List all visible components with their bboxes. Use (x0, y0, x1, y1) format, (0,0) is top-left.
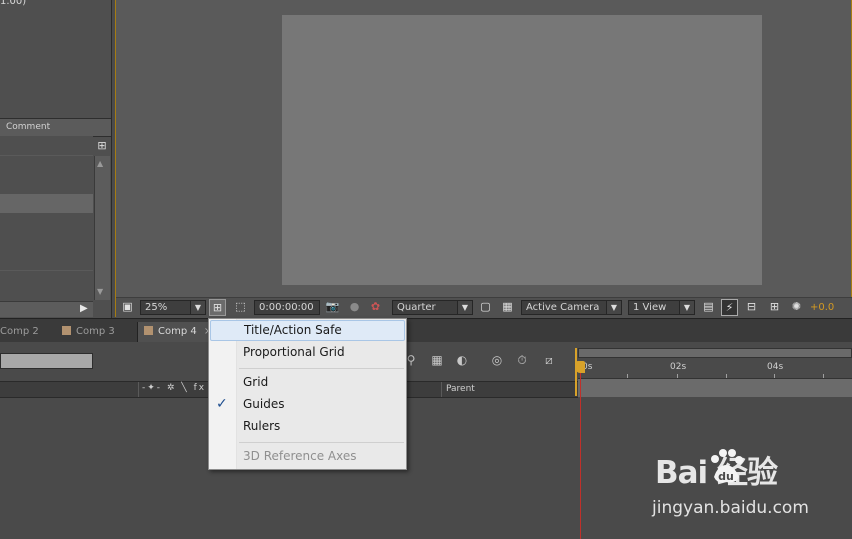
project-info-text: 1.00) (0, 0, 27, 7)
tab-comp-3[interactable]: Comp 3 (62, 322, 121, 342)
ruler-label: 02s (670, 362, 687, 372)
frame-blending-icon[interactable]: ▦ (428, 352, 446, 368)
layer-switches-icons: -✦- ✲ ╲ fx (142, 383, 207, 393)
composition-canvas[interactable] (282, 15, 762, 285)
project-row[interactable] (0, 136, 93, 156)
scroll-down-arrow-icon[interactable]: ▼ (97, 287, 103, 296)
motion-blur-icon[interactable]: ◐ (453, 352, 471, 368)
color-channels-icon[interactable]: ✿ (367, 299, 384, 316)
scroll-right-arrow-icon[interactable]: ▶ (80, 303, 88, 314)
menu-item-3d-reference-axes: 3D Reference Axes (243, 449, 357, 463)
chevron-down-icon: ▼ (606, 301, 621, 314)
tab-label: Comp 2 (0, 326, 39, 337)
region-of-interest-icon[interactable]: ▢ (477, 299, 494, 316)
fast-previews-icon[interactable]: ⚡ (721, 299, 738, 316)
always-preview-icon[interactable]: ▣ (119, 299, 136, 316)
project-row[interactable] (0, 156, 93, 176)
menu-item-grid[interactable]: Grid (210, 372, 405, 393)
current-time-indicator-line[interactable] (580, 370, 581, 539)
comp-icon (62, 326, 71, 335)
auto-keyframe-icon[interactable]: ⏱ (513, 352, 531, 368)
project-row[interactable] (0, 232, 93, 252)
tab-comp-4[interactable]: Comp 4 × (137, 322, 220, 342)
mask-visibility-icon[interactable]: ⬚ (232, 299, 249, 316)
show-snapshot-icon[interactable]: ● (346, 299, 363, 316)
column-divider (441, 382, 442, 397)
menu-separator (239, 368, 404, 369)
camera-value: Active Camera (526, 302, 600, 313)
menu-separator (239, 442, 404, 443)
project-row[interactable] (0, 213, 93, 233)
graph-editor-icon[interactable]: ⧄ (540, 352, 558, 368)
camera-dropdown[interactable]: Active Camera ▼ (521, 300, 622, 315)
project-row[interactable] (0, 175, 93, 195)
layer-search-input[interactable] (0, 353, 93, 369)
brainstorm-icon[interactable]: ◎ (488, 352, 506, 368)
column-divider (138, 382, 139, 397)
project-row-selected[interactable] (0, 194, 93, 214)
tab-label: Comp 3 (76, 326, 115, 337)
tab-label: Comp 4 (158, 326, 197, 337)
toggle-pixel-aspect-icon[interactable]: ▤ (700, 299, 717, 316)
exposure-reset-icon[interactable]: ✺ (788, 299, 805, 316)
parent-column-header[interactable]: Parent (446, 384, 475, 394)
chevron-down-icon: ▼ (679, 301, 694, 314)
baidu-watermark-url: jingyan.baidu.com (652, 498, 809, 518)
resolution-dropdown[interactable]: Quarter ▼ (392, 300, 473, 315)
zoom-dropdown[interactable]: 25% ▼ (140, 300, 206, 315)
tab-comp-2[interactable]: Comp 2 (0, 322, 45, 342)
view-layout-value: 1 View (633, 302, 667, 313)
transparency-grid-icon[interactable]: ▦ (499, 299, 516, 316)
paw-icon: du (711, 449, 743, 483)
project-vertical-scrollbar[interactable] (94, 156, 110, 300)
timecode-display[interactable]: 0:00:00:00 (254, 300, 320, 315)
snapshot-camera-icon[interactable]: 📷 (324, 299, 341, 316)
chevron-down-icon: ▼ (457, 301, 472, 314)
work-area-bar[interactable] (578, 348, 852, 358)
scroll-up-arrow-icon[interactable]: ▲ (97, 159, 103, 168)
chevron-down-icon: ▼ (190, 301, 205, 314)
ruler-label: 04s (767, 362, 784, 372)
project-row[interactable] (0, 251, 93, 271)
zoom-value: 25% (145, 302, 168, 313)
menu-item-proportional-grid[interactable]: Proportional Grid (210, 342, 405, 363)
menu-item-title-action-safe[interactable]: Title/Action Safe (210, 320, 405, 341)
comment-column-header[interactable]: Comment (6, 122, 50, 132)
resolution-value: Quarter (397, 302, 436, 313)
flowchart-icon[interactable]: ⊞ (766, 299, 783, 316)
current-time-indicator-head[interactable] (576, 361, 585, 373)
svg-text:du: du (718, 470, 734, 483)
menu-item-rulers[interactable]: Rulers (210, 416, 405, 437)
time-ruler[interactable] (578, 360, 852, 378)
grid-guide-options-icon[interactable]: ⊞ (209, 299, 226, 316)
menu-item-guides[interactable]: Guides (210, 394, 405, 415)
flowchart-icon[interactable]: ⊞ (94, 138, 110, 154)
layer-track-area[interactable] (578, 378, 852, 397)
view-layout-dropdown[interactable]: 1 View ▼ (628, 300, 695, 315)
timeline-tab-bar (0, 318, 852, 343)
exposure-value[interactable]: +0.0 (810, 302, 834, 313)
comp-icon (144, 326, 153, 335)
timeline-icon[interactable]: ⊟ (743, 299, 760, 316)
